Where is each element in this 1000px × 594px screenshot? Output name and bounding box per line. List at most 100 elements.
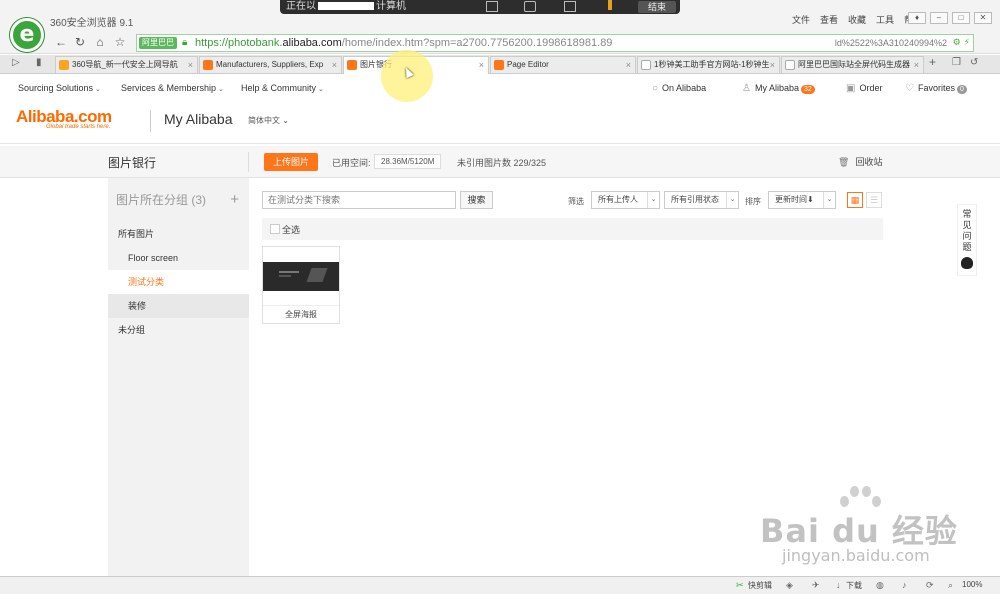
faq-side-tab[interactable]: 常 见 问 题 xyxy=(957,204,977,276)
sidebar-item-decoration[interactable]: 装修 xyxy=(108,294,249,318)
tab-page-editor[interactable]: Page Editor × xyxy=(490,56,636,73)
nav-sourcing-solutions[interactable]: Sourcing Solutions ⌄ xyxy=(18,83,101,93)
recorder-marker-icon xyxy=(608,0,612,10)
recorder-window-icon[interactable] xyxy=(564,1,576,12)
menu-file[interactable]: 文件 xyxy=(792,13,810,26)
home-icon[interactable]: ⌂ xyxy=(93,35,107,49)
menu-tools[interactable]: 工具 xyxy=(876,13,894,26)
site-verified-badge: 阿里巴巴 xyxy=(139,37,177,49)
scissors-icon: ✂ xyxy=(736,580,744,590)
download-button[interactable]: 下载 xyxy=(846,580,862,591)
tab-favicon xyxy=(494,60,504,70)
reference-status-select[interactable]: 所有引用状态 ⌄ xyxy=(664,191,739,209)
download-icon[interactable]: ↓ xyxy=(836,580,846,590)
select-all-label[interactable]: 全选 xyxy=(282,223,300,236)
tab-close-icon[interactable]: × xyxy=(479,57,484,73)
sidebar-item-all-images[interactable]: 所有图片 xyxy=(108,222,249,246)
pointer-icon[interactable]: ✈ xyxy=(812,580,822,590)
settings-icon[interactable]: ⚙ xyxy=(953,37,961,48)
menu-favorites[interactable]: 收藏 xyxy=(848,13,866,26)
unreferenced-count: 未引用图片数 229/325 xyxy=(457,158,547,168)
upload-image-button[interactable]: 上传图片 xyxy=(264,153,318,171)
window-controls: ♦ – □ ✕ xyxy=(908,12,992,24)
back-icon[interactable]: ← xyxy=(54,35,68,49)
recorder-capture-icon[interactable] xyxy=(486,1,498,12)
alibaba-top-nav: Sourcing Solutions ⌄ Services & Membershi… xyxy=(0,74,1000,104)
search-input[interactable] xyxy=(262,191,456,209)
grid-view-icon[interactable]: ▦ xyxy=(847,192,863,208)
sort-label: 排序 xyxy=(745,197,761,206)
refresh-icon[interactable]: ↻ xyxy=(73,35,87,49)
shirt-icon[interactable]: ♦ xyxy=(908,12,926,24)
my-alibaba-link[interactable]: ♙ My Alibaba 32 xyxy=(742,83,815,94)
tab-favicon xyxy=(641,60,651,70)
tab-close-icon[interactable]: × xyxy=(770,57,775,73)
recorder-audio-icon[interactable] xyxy=(524,1,536,12)
address-bar-row: ← ↻ ⌂ ☆ 阿里巴巴 🔒︎ https://photobank.alibab… xyxy=(0,32,1000,54)
tab-manufacturers[interactable]: Manufacturers, Suppliers, Exp × xyxy=(199,56,342,73)
tab-1sec-art[interactable]: 1秒钟美工助手官方网站-1秒钟生 × xyxy=(637,56,780,73)
list-view-icon[interactable]: ☰ xyxy=(866,192,882,208)
undo-close-icon[interactable]: ↺ xyxy=(970,57,978,68)
recorder-end-button[interactable]: 结束 xyxy=(637,1,676,13)
image-thumbnail[interactable] xyxy=(263,262,339,291)
sync-icon[interactable]: ⟳ xyxy=(926,580,936,590)
menu-view[interactable]: 查看 xyxy=(820,13,838,26)
zoom-level[interactable]: 100% xyxy=(962,580,982,589)
search-button[interactable]: 搜索 xyxy=(460,191,493,209)
recycle-bin-button[interactable]: 🗑︎ 回收站 xyxy=(838,155,882,168)
tab-close-icon[interactable]: × xyxy=(914,57,919,73)
on-alibaba-link[interactable]: ○ On Alibaba xyxy=(652,83,706,94)
shield-icon[interactable]: ◈ xyxy=(786,580,796,590)
minimize-icon[interactable]: – xyxy=(930,12,948,24)
image-card[interactable]: 全屏海报 xyxy=(262,246,340,324)
select-all-checkbox[interactable] xyxy=(270,224,280,234)
sidebar-item-ungrouped[interactable]: 未分组 xyxy=(108,318,249,342)
chevron-down-icon: ⌄ xyxy=(726,192,738,208)
close-icon[interactable]: ✕ xyxy=(974,12,992,24)
browser-statusbar: ✂ 快剪辑 ◈ ✈ ↓ 下载 ◍ ♪ ⟳ ⌕ 100% xyxy=(0,576,1000,594)
maximize-icon[interactable]: □ xyxy=(952,12,970,24)
tab-close-icon[interactable]: × xyxy=(188,57,193,73)
selection-bar: 全选 xyxy=(262,218,883,240)
quick-clip-button[interactable]: 快剪辑 xyxy=(748,580,772,591)
lightning-icon[interactable]: ⚡ xyxy=(964,37,970,48)
url-tail-text: ld%2522%3A310240994%2 xyxy=(834,38,947,48)
trash-icon: 🗑︎ xyxy=(838,157,850,167)
tab-list-icon[interactable]: ▮ xyxy=(36,57,42,68)
tab-360-nav[interactable]: 360导航_新一代安全上网导航 × xyxy=(55,56,198,73)
tab-favicon xyxy=(785,60,795,70)
language-selector[interactable]: 简体中文 ⌄ xyxy=(248,115,289,126)
group-header: 图片所在分组 (3) + xyxy=(108,186,249,214)
tab-close-icon[interactable]: × xyxy=(332,57,337,73)
star-icon[interactable]: ☆ xyxy=(113,35,127,49)
sidebar-item-floor-screen[interactable]: Floor screen xyxy=(108,246,249,270)
add-group-icon[interactable]: + xyxy=(230,186,239,214)
my-alibaba-title: My Alibaba xyxy=(164,111,233,127)
tab-windows-icon[interactable]: ❐ xyxy=(952,57,961,68)
tab-code-generator[interactable]: 阿里巴巴国际站全屏代码生成器 × xyxy=(781,56,924,73)
order-link[interactable]: ▣ Order xyxy=(846,83,882,94)
browser-name: 360安全浏览器 9.1 xyxy=(50,18,134,29)
alibaba-logo[interactable]: Alibaba.com Global trade starts here. xyxy=(16,107,112,130)
favorites-link[interactable]: ♡ Favorites 0 xyxy=(905,83,967,94)
sidebar-toggle-icon[interactable]: ▷ xyxy=(12,57,20,68)
divider xyxy=(150,110,151,132)
sidebar-item-test-category[interactable]: 测试分类 xyxy=(108,270,249,294)
sort-select[interactable]: 更新时间⬇ ⌄ xyxy=(768,191,836,209)
new-tab-icon[interactable]: + xyxy=(929,55,936,69)
page-title: 图片银行 xyxy=(108,156,157,170)
chevron-down-icon: ⌄ xyxy=(647,192,659,208)
speaker-icon[interactable]: ♪ xyxy=(902,580,912,590)
uploader-select[interactable]: 所有上传人 ⌄ xyxy=(591,191,660,209)
alibaba-brand-bar: Alibaba.com Global trade starts here. My… xyxy=(0,104,1000,144)
globe-icon[interactable]: ◍ xyxy=(876,580,886,590)
zoom-icon[interactable]: ⌕ xyxy=(948,580,958,590)
used-space-label: 已用空间: xyxy=(332,158,371,168)
address-input[interactable]: 阿里巴巴 🔒︎ https://photobank.alibaba.com/ho… xyxy=(136,34,974,52)
notification-badge: 32 xyxy=(801,85,815,94)
nav-help-community[interactable]: Help & Community ⌄ xyxy=(241,83,324,93)
filter-label: 筛选 xyxy=(568,197,584,206)
nav-services-membership[interactable]: Services & Membership ⌄ xyxy=(121,83,224,93)
tab-close-icon[interactable]: × xyxy=(626,57,631,73)
